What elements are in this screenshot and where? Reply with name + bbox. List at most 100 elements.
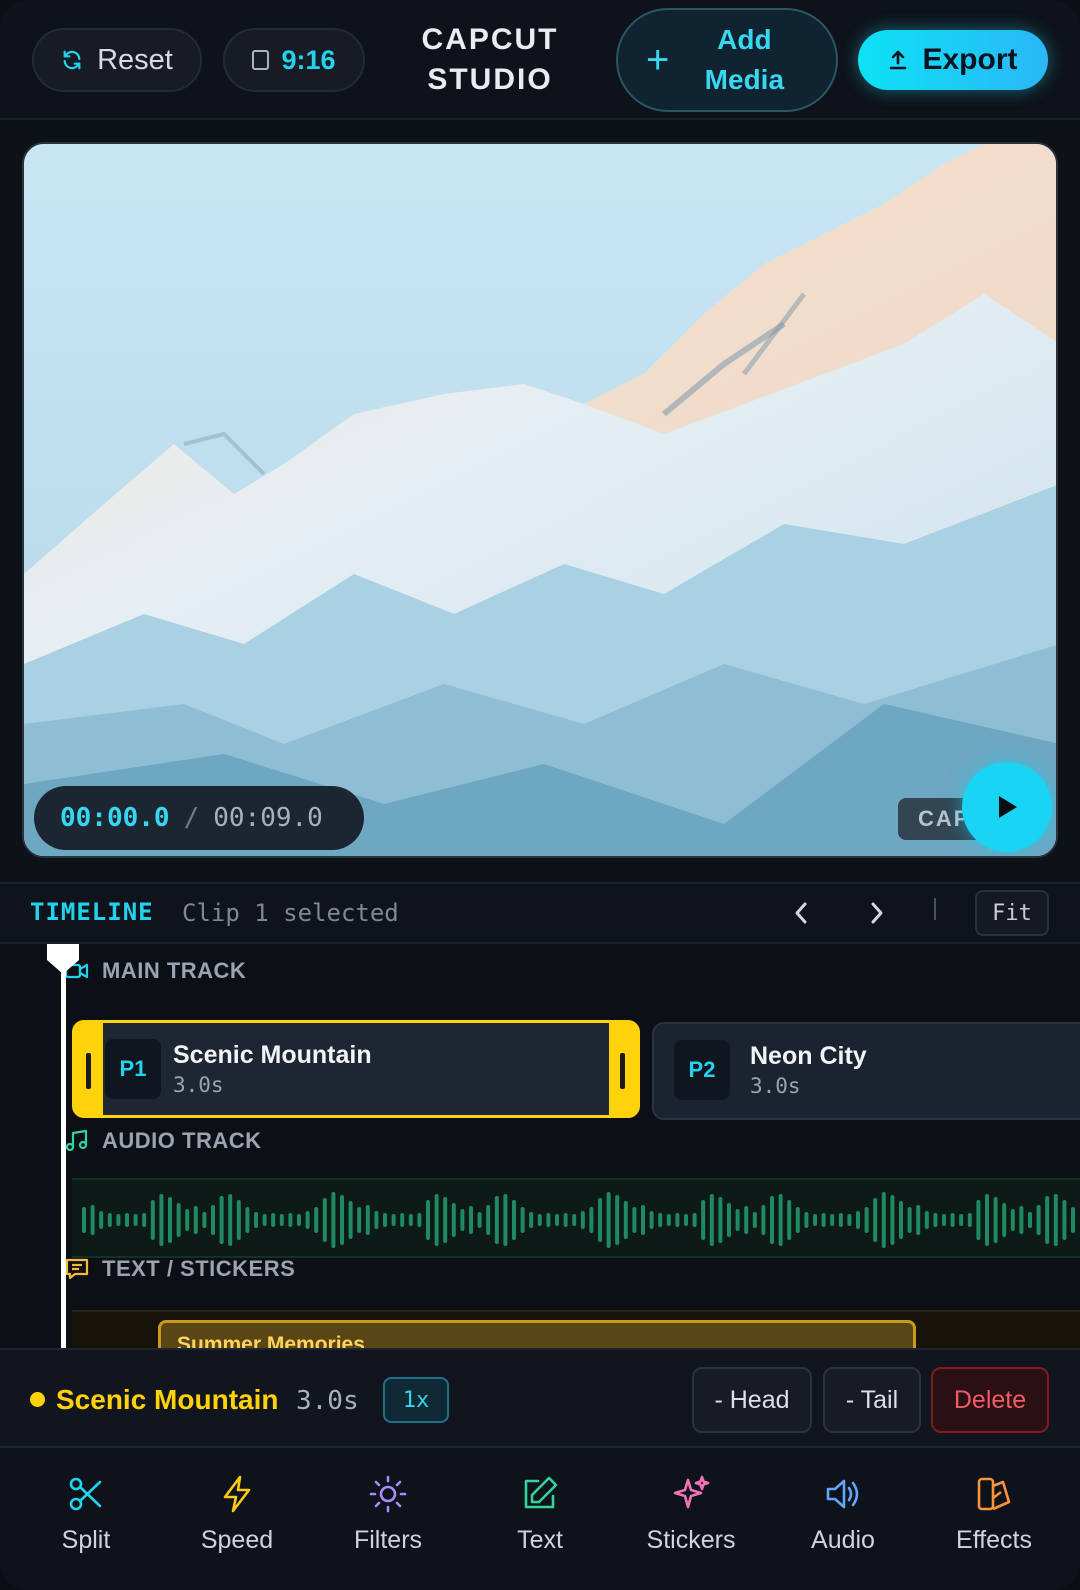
play-icon bbox=[999, 796, 1017, 818]
audio-track-label: AUDIO TRACK bbox=[64, 1128, 262, 1154]
waveform-bar bbox=[555, 1214, 559, 1226]
waveform-bar bbox=[1002, 1203, 1007, 1237]
waveform-bar bbox=[873, 1198, 878, 1242]
waveform-bar bbox=[1036, 1205, 1041, 1235]
waveform-bar bbox=[391, 1214, 396, 1226]
waveform-bar bbox=[761, 1205, 766, 1235]
add-media-button[interactable]: + Add Media bbox=[616, 8, 838, 112]
waveform-bar bbox=[322, 1198, 327, 1242]
timeline-tracks[interactable]: MAIN TRACK P1 Scenic Mountain 3.0s P2 Ne… bbox=[0, 944, 1080, 1348]
edit-icon bbox=[524, 1476, 558, 1509]
waveform-bar bbox=[916, 1205, 921, 1235]
waveform-bar bbox=[813, 1214, 817, 1226]
waveform-bar bbox=[219, 1196, 224, 1244]
selection-indicator bbox=[30, 1392, 45, 1407]
waveform-bar bbox=[408, 1214, 413, 1226]
clip-neon-city[interactable]: P2 Neon City 3.0s bbox=[652, 1022, 1080, 1120]
effects-icon bbox=[977, 1477, 1011, 1511]
waveform-bar bbox=[830, 1214, 835, 1226]
music-note-icon bbox=[65, 1129, 88, 1152]
waveform-bar bbox=[933, 1213, 938, 1227]
timeline-title: TIMELINE bbox=[30, 898, 154, 926]
waveform-bar bbox=[460, 1209, 465, 1231]
sparkles-icon bbox=[673, 1475, 710, 1509]
waveform-bar bbox=[185, 1209, 190, 1231]
trim-tail-button[interactable]: - Tail bbox=[823, 1367, 921, 1433]
tool-effects[interactable]: Effects bbox=[929, 1474, 1059, 1574]
add-media-line2: Media bbox=[704, 64, 785, 95]
total-time: 00:09.0 bbox=[213, 803, 323, 833]
waveform-bar bbox=[701, 1200, 706, 1240]
waveform-bar bbox=[150, 1200, 155, 1240]
waveform-bar bbox=[314, 1207, 319, 1233]
clip-scenic-mountain[interactable]: P1 Scenic Mountain 3.0s bbox=[72, 1020, 640, 1118]
trim-handle-right[interactable] bbox=[609, 1023, 637, 1115]
clip-name: Scenic Mountain bbox=[173, 1041, 372, 1069]
tool-filters[interactable]: Filters bbox=[323, 1474, 453, 1574]
selection-status: Clip 1 selected bbox=[182, 899, 399, 927]
waveform-bar bbox=[383, 1213, 387, 1227]
tool-audio[interactable]: Audio bbox=[778, 1474, 908, 1574]
delete-clip-button[interactable]: Delete bbox=[931, 1367, 1049, 1433]
waveform-bar bbox=[563, 1213, 568, 1227]
trim-handle-left[interactable] bbox=[75, 1023, 103, 1115]
waveform-bar bbox=[494, 1196, 499, 1244]
speaker-icon bbox=[826, 1479, 859, 1509]
text-clip[interactable]: Summer Memories bbox=[158, 1320, 916, 1348]
clip-thumbnail: P2 bbox=[674, 1040, 730, 1100]
message-icon bbox=[65, 1258, 89, 1280]
waveform-bar bbox=[348, 1201, 353, 1239]
waveform-bar bbox=[374, 1211, 379, 1229]
fit-button[interactable]: Fit bbox=[975, 890, 1049, 936]
waveform-bar bbox=[709, 1194, 714, 1246]
waveform-bar bbox=[125, 1213, 129, 1227]
tool-label: Effects bbox=[956, 1526, 1032, 1554]
plus-icon: + bbox=[646, 38, 670, 82]
export-label: Export bbox=[922, 43, 1018, 76]
waveform-bar bbox=[804, 1212, 809, 1228]
tool-split[interactable]: Split bbox=[21, 1474, 151, 1574]
audio-clip[interactable] bbox=[72, 1178, 1080, 1258]
timeline-header: TIMELINE Clip 1 selected Fit bbox=[0, 882, 1080, 944]
tool-text[interactable]: Text bbox=[475, 1474, 605, 1574]
waveform-bar bbox=[340, 1195, 344, 1245]
waveform-bar bbox=[623, 1201, 628, 1239]
video-preview[interactable]: 00:00.0 / 00:09.0 CAP bbox=[22, 142, 1058, 858]
speed-badge[interactable]: 1x bbox=[383, 1377, 449, 1423]
trim-head-button[interactable]: - Head bbox=[692, 1367, 812, 1433]
chevron-right-icon[interactable] bbox=[862, 896, 892, 930]
waveform-bar bbox=[770, 1196, 774, 1244]
waveform-bar bbox=[778, 1194, 783, 1246]
tool-stickers[interactable]: Stickers bbox=[626, 1474, 756, 1574]
aspect-ratio-button[interactable]: 9:16 bbox=[223, 28, 365, 92]
waveform-bar bbox=[641, 1205, 645, 1235]
bottom-toolbar: Split Speed Filters Text Stickers Audio … bbox=[0, 1450, 1080, 1590]
tool-label: Filters bbox=[353, 1526, 423, 1554]
waveform-bar bbox=[271, 1213, 276, 1227]
aspect-ratio-icon bbox=[252, 50, 270, 70]
playhead[interactable] bbox=[61, 944, 66, 1348]
playhead-handle[interactable] bbox=[45, 944, 81, 974]
waveform-bar bbox=[993, 1197, 998, 1243]
waveform-bar bbox=[684, 1214, 688, 1226]
waveform-bar bbox=[666, 1214, 671, 1226]
aspect-ratio-label: 9:16 bbox=[281, 44, 336, 75]
waveform-bar bbox=[985, 1194, 989, 1246]
waveform-bar bbox=[107, 1213, 112, 1227]
waveform-bar bbox=[967, 1213, 972, 1227]
waveform-bar bbox=[856, 1211, 860, 1229]
waveform-bar bbox=[193, 1206, 198, 1234]
waveform-bar bbox=[1053, 1194, 1058, 1246]
waveform-bar bbox=[426, 1200, 430, 1240]
waveform-bar bbox=[1071, 1207, 1075, 1233]
waveform-bar bbox=[469, 1206, 473, 1234]
clip-thumbnail: P1 bbox=[105, 1039, 161, 1099]
chevron-left-icon[interactable] bbox=[786, 896, 816, 930]
waveform-bar bbox=[254, 1212, 258, 1228]
reset-button[interactable]: Reset bbox=[32, 28, 202, 92]
waveform-bar bbox=[546, 1213, 551, 1227]
waveform-bar bbox=[486, 1205, 491, 1235]
tool-speed[interactable]: Speed bbox=[172, 1474, 302, 1574]
play-button[interactable] bbox=[962, 762, 1052, 852]
export-button[interactable]: Export bbox=[858, 30, 1048, 90]
